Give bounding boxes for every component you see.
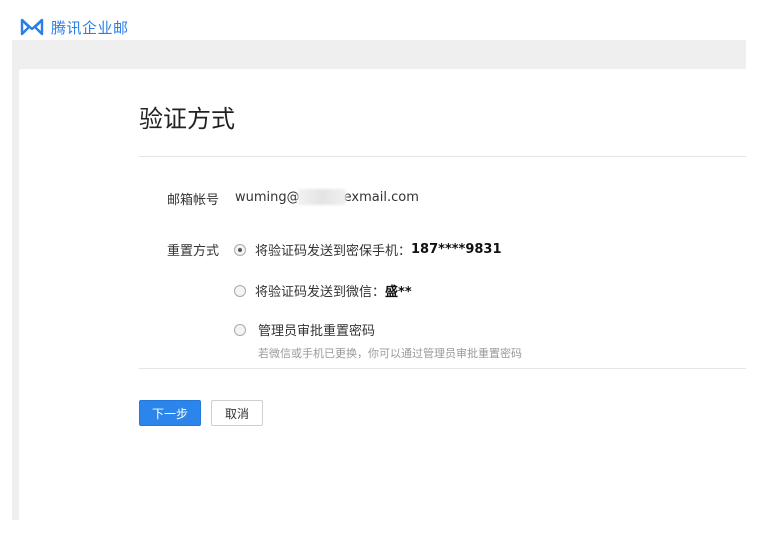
logo[interactable]: 腾讯企业邮	[19, 14, 129, 40]
reset-method-label: 重置方式	[166, 244, 219, 259]
email-label: 邮箱帐号	[166, 193, 219, 208]
option-admin-text: 管理员审批重置密码	[258, 324, 376, 339]
logo-text: 腾讯企业邮	[51, 18, 129, 37]
option-wechat[interactable]: 将验证码发送到微信： 盛**	[234, 281, 412, 300]
option-wechat-value: 盛**	[385, 285, 412, 300]
option-admin-hint: 若微信或手机已更换，你可以通过管理员审批重置密码	[258, 347, 522, 360]
top-bar: 腾讯企业邮	[12, 14, 746, 40]
option-admin[interactable]: 管理员审批重置密码	[234, 320, 375, 339]
option-phone-value: 187****9831	[411, 242, 502, 257]
email-suffix: exmail.com	[343, 189, 419, 205]
email-prefix: wuming@	[235, 189, 300, 205]
tencent-exmail-logo-icon	[19, 17, 45, 37]
title-divider	[139, 156, 746, 157]
radio-wechat[interactable]	[234, 284, 246, 297]
option-phone-text: 将验证码发送到密保手机：	[255, 244, 412, 259]
next-button[interactable]: 下一步	[139, 400, 201, 426]
option-wechat-text: 将验证码发送到微信：	[255, 285, 386, 300]
form-divider	[139, 368, 746, 369]
radio-phone[interactable]	[234, 243, 246, 256]
email-value: wuming@ exmail.com	[235, 189, 419, 205]
cancel-button[interactable]: 取消	[211, 400, 263, 426]
option-phone[interactable]: 将验证码发送到密保手机： 187****9831	[234, 240, 502, 259]
page-title: 验证方式	[139, 105, 235, 133]
redacted-domain	[297, 189, 346, 205]
radio-admin[interactable]	[234, 323, 246, 336]
